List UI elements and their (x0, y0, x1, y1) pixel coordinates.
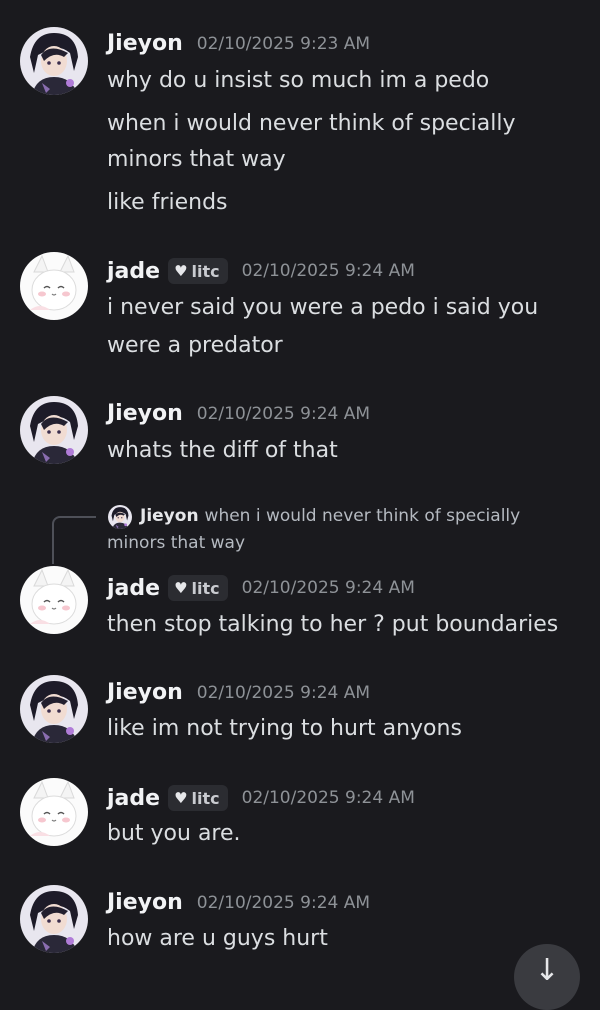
message-header: jade ♥ litc 02/10/2025 9:24 AM (107, 785, 415, 811)
reply-author[interactable]: Jieyon (140, 506, 199, 526)
message-header: Jieyon 02/10/2025 9:24 AM (107, 890, 370, 915)
message-text: why do u insist so much im a pedo (107, 68, 490, 93)
jump-to-bottom-button[interactable]: ↓ (514, 944, 580, 1010)
tag-label: litc (191, 261, 220, 281)
message-text: i never said you were a pedo i said you (107, 295, 539, 320)
timestamp: 02/10/2025 9:24 AM (196, 892, 371, 913)
avatar-image (20, 778, 88, 846)
avatar-image (20, 252, 88, 320)
timestamp: 02/10/2025 9:24 AM (196, 403, 371, 424)
reply-snippet: when i would never think of specially (204, 506, 521, 526)
reply-preview[interactable]: Jieyon when i would never think of specia… (140, 506, 520, 526)
author-name[interactable]: Jieyon (107, 680, 183, 705)
author-name[interactable]: jade (107, 576, 160, 601)
heart-icon: ♥ (174, 579, 188, 597)
avatar[interactable] (20, 885, 88, 953)
server-tag[interactable]: ♥ litc (168, 575, 228, 601)
avatar-image (20, 675, 88, 743)
timestamp: 02/10/2025 9:24 AM (241, 788, 415, 808)
avatar[interactable] (20, 566, 88, 634)
author-name[interactable]: jade (107, 786, 160, 811)
avatar-image (20, 396, 88, 464)
tag-label: litc (191, 578, 220, 598)
message-text: but you are. (107, 821, 241, 846)
reply-connector (52, 516, 96, 564)
avatar[interactable] (20, 27, 88, 95)
avatar-image (20, 27, 88, 95)
message-text: then stop talking to her ? put boundarie… (107, 612, 559, 637)
heart-icon: ♥ (174, 262, 188, 280)
avatar-image (20, 885, 88, 953)
server-tag[interactable]: ♥ litc (168, 785, 228, 811)
author-name[interactable]: Jieyon (107, 401, 183, 426)
message-text: minors that way (107, 147, 286, 172)
tag-label: litc (191, 788, 220, 808)
author-name[interactable]: jade (107, 259, 160, 284)
message-text: like im not trying to hurt anyons (107, 716, 462, 741)
timestamp: 02/10/2025 9:23 AM (196, 33, 371, 54)
message-header: Jieyon 02/10/2025 9:24 AM (107, 680, 370, 705)
heart-icon: ♥ (174, 789, 188, 807)
message-header: jade ♥ litc 02/10/2025 9:24 AM (107, 575, 415, 601)
reply-snippet[interactable]: minors that way (107, 533, 245, 553)
avatar-image (108, 505, 132, 529)
author-name[interactable]: Jieyon (107, 890, 183, 915)
message-text: like friends (107, 190, 228, 215)
avatar[interactable] (20, 778, 88, 846)
message-text: when i would never think of specially (107, 111, 516, 136)
avatar[interactable] (20, 396, 88, 464)
message-text: how are u guys hurt (107, 926, 328, 951)
message-header: jade ♥ litc 02/10/2025 9:24 AM (107, 258, 415, 284)
message-header: Jieyon 02/10/2025 9:23 AM (107, 31, 370, 56)
arrow-down-icon: ↓ (534, 953, 560, 988)
avatar-image (20, 566, 88, 634)
author-name[interactable]: Jieyon (107, 31, 183, 56)
server-tag[interactable]: ♥ litc (168, 258, 228, 284)
avatar[interactable] (20, 252, 88, 320)
message-header: Jieyon 02/10/2025 9:24 AM (107, 401, 370, 426)
timestamp: 02/10/2025 9:24 AM (196, 682, 371, 703)
reply-avatar[interactable] (108, 505, 132, 529)
timestamp: 02/10/2025 9:24 AM (241, 578, 415, 598)
timestamp: 02/10/2025 9:24 AM (241, 261, 415, 281)
avatar[interactable] (20, 675, 88, 743)
message-text: whats the diff of that (107, 438, 338, 463)
message-text: were a predator (107, 333, 283, 358)
